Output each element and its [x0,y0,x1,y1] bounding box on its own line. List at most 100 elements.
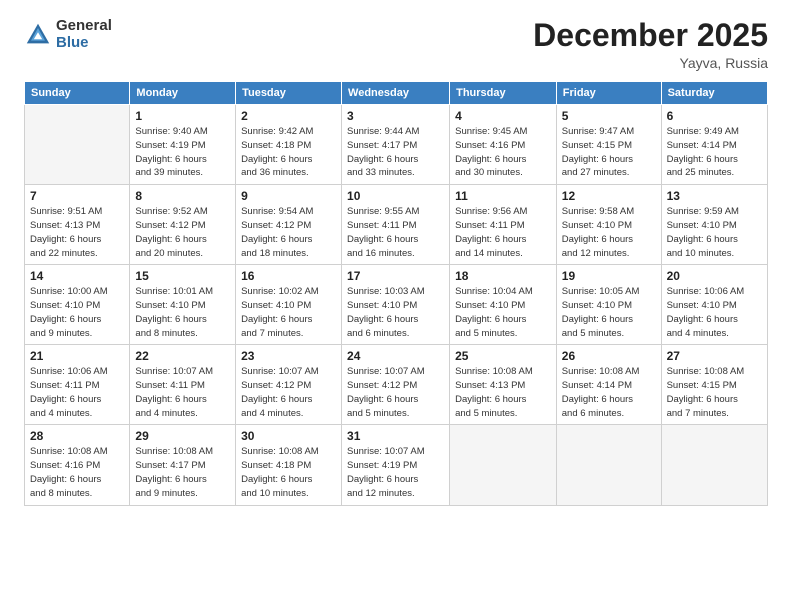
day-number: 23 [241,349,336,363]
calendar-cell: 11 Sunrise: 9:56 AM Sunset: 4:11 PM Dayli… [450,185,557,265]
day-number: 19 [562,269,656,283]
calendar-cell [661,425,767,505]
calendar-cell: 3 Sunrise: 9:44 AM Sunset: 4:17 PM Daylig… [342,105,450,185]
calendar-cell: 19 Sunrise: 10:05 AM Sunset: 4:10 PM Dayl… [556,265,661,345]
calendar-cell: 2 Sunrise: 9:42 AM Sunset: 4:18 PM Daylig… [236,105,342,185]
day-number: 2 [241,109,336,123]
calendar-header-saturday: Saturday [661,82,767,105]
calendar-header-monday: Monday [130,82,236,105]
calendar: SundayMondayTuesdayWednesdayThursdayFrid… [24,81,768,505]
calendar-cell: 10 Sunrise: 9:55 AM Sunset: 4:11 PM Dayli… [342,185,450,265]
day-info: Sunrise: 9:49 AM Sunset: 4:14 PM Dayligh… [667,125,762,180]
calendar-header-friday: Friday [556,82,661,105]
day-number: 18 [455,269,551,283]
calendar-week-1: 7 Sunrise: 9:51 AM Sunset: 4:13 PM Daylig… [25,185,768,265]
day-number: 21 [30,349,124,363]
day-info: Sunrise: 9:52 AM Sunset: 4:12 PM Dayligh… [135,205,230,260]
calendar-week-4: 28 Sunrise: 10:08 AM Sunset: 4:16 PM Dayl… [25,425,768,505]
calendar-cell: 9 Sunrise: 9:54 AM Sunset: 4:12 PM Daylig… [236,185,342,265]
day-info: Sunrise: 10:08 AM Sunset: 4:16 PM Daylig… [30,445,124,500]
day-info: Sunrise: 9:51 AM Sunset: 4:13 PM Dayligh… [30,205,124,260]
day-number: 17 [347,269,444,283]
calendar-week-3: 21 Sunrise: 10:06 AM Sunset: 4:11 PM Dayl… [25,345,768,425]
day-number: 26 [562,349,656,363]
day-info: Sunrise: 10:07 AM Sunset: 4:19 PM Daylig… [347,445,444,500]
day-number: 16 [241,269,336,283]
logo-general: General [56,18,112,35]
day-number: 3 [347,109,444,123]
day-info: Sunrise: 9:42 AM Sunset: 4:18 PM Dayligh… [241,125,336,180]
calendar-header-row: SundayMondayTuesdayWednesdayThursdayFrid… [25,82,768,105]
calendar-cell: 23 Sunrise: 10:07 AM Sunset: 4:12 PM Dayl… [236,345,342,425]
day-info: Sunrise: 10:04 AM Sunset: 4:10 PM Daylig… [455,285,551,340]
day-number: 10 [347,189,444,203]
calendar-cell: 13 Sunrise: 9:59 AM Sunset: 4:10 PM Dayli… [661,185,767,265]
day-info: Sunrise: 9:59 AM Sunset: 4:10 PM Dayligh… [667,205,762,260]
calendar-cell: 21 Sunrise: 10:06 AM Sunset: 4:11 PM Dayl… [25,345,130,425]
day-info: Sunrise: 10:05 AM Sunset: 4:10 PM Daylig… [562,285,656,340]
calendar-week-0: 1Sunrise: 9:40 AM Sunset: 4:19 PM Daylig… [25,105,768,185]
day-number: 11 [455,189,551,203]
day-info: Sunrise: 10:08 AM Sunset: 4:13 PM Daylig… [455,365,551,420]
calendar-cell: 17 Sunrise: 10:03 AM Sunset: 4:10 PM Dayl… [342,265,450,345]
calendar-header-thursday: Thursday [450,82,557,105]
day-info: Sunrise: 9:40 AM Sunset: 4:19 PM Dayligh… [135,125,230,180]
day-info: Sunrise: 9:54 AM Sunset: 4:12 PM Dayligh… [241,205,336,260]
calendar-cell: 25Sunrise: 10:08 AM Sunset: 4:13 PM Dayl… [450,345,557,425]
title-block: December 2025 Yayva, Russia [533,18,768,71]
calendar-cell: 5Sunrise: 9:47 AM Sunset: 4:15 PM Daylig… [556,105,661,185]
day-info: Sunrise: 10:02 AM Sunset: 4:10 PM Daylig… [241,285,336,340]
calendar-cell: 16 Sunrise: 10:02 AM Sunset: 4:10 PM Dayl… [236,265,342,345]
calendar-cell: 31Sunrise: 10:07 AM Sunset: 4:19 PM Dayl… [342,425,450,505]
calendar-cell: 24Sunrise: 10:07 AM Sunset: 4:12 PM Dayl… [342,345,450,425]
day-info: Sunrise: 10:06 AM Sunset: 4:11 PM Daylig… [30,365,124,420]
day-info: Sunrise: 9:44 AM Sunset: 4:17 PM Dayligh… [347,125,444,180]
page: General Blue December 2025 Yayva, Russia… [0,0,792,612]
month-title: December 2025 [533,18,768,53]
day-info: Sunrise: 9:58 AM Sunset: 4:10 PM Dayligh… [562,205,656,260]
logo-icon [24,21,52,49]
day-info: Sunrise: 10:08 AM Sunset: 4:18 PM Daylig… [241,445,336,500]
day-info: Sunrise: 10:07 AM Sunset: 4:11 PM Daylig… [135,365,230,420]
day-number: 7 [30,189,124,203]
calendar-cell: 14Sunrise: 10:00 AM Sunset: 4:10 PM Dayl… [25,265,130,345]
calendar-cell: 22Sunrise: 10:07 AM Sunset: 4:11 PM Dayl… [130,345,236,425]
day-info: Sunrise: 10:08 AM Sunset: 4:17 PM Daylig… [135,445,230,500]
calendar-cell: 12 Sunrise: 9:58 AM Sunset: 4:10 PM Dayli… [556,185,661,265]
logo: General Blue [24,18,112,51]
calendar-cell: 27Sunrise: 10:08 AM Sunset: 4:15 PM Dayl… [661,345,767,425]
day-info: Sunrise: 9:45 AM Sunset: 4:16 PM Dayligh… [455,125,551,180]
header: General Blue December 2025 Yayva, Russia [24,18,768,71]
day-info: Sunrise: 10:07 AM Sunset: 4:12 PM Daylig… [347,365,444,420]
day-info: Sunrise: 10:08 AM Sunset: 4:14 PM Daylig… [562,365,656,420]
calendar-header-wednesday: Wednesday [342,82,450,105]
calendar-header-tuesday: Tuesday [236,82,342,105]
calendar-header-sunday: Sunday [25,82,130,105]
day-number: 30 [241,429,336,443]
day-number: 9 [241,189,336,203]
day-info: Sunrise: 10:07 AM Sunset: 4:12 PM Daylig… [241,365,336,420]
calendar-cell: 15 Sunrise: 10:01 AM Sunset: 4:10 PM Dayl… [130,265,236,345]
day-number: 5 [562,109,656,123]
calendar-cell: 20Sunrise: 10:06 AM Sunset: 4:10 PM Dayl… [661,265,767,345]
calendar-cell: 4 Sunrise: 9:45 AM Sunset: 4:16 PM Daylig… [450,105,557,185]
calendar-cell: 7 Sunrise: 9:51 AM Sunset: 4:13 PM Daylig… [25,185,130,265]
day-info: Sunrise: 9:55 AM Sunset: 4:11 PM Dayligh… [347,205,444,260]
day-number: 29 [135,429,230,443]
day-number: 28 [30,429,124,443]
day-number: 13 [667,189,762,203]
calendar-cell [556,425,661,505]
calendar-cell [25,105,130,185]
day-number: 20 [667,269,762,283]
day-info: Sunrise: 10:01 AM Sunset: 4:10 PM Daylig… [135,285,230,340]
day-number: 4 [455,109,551,123]
day-info: Sunrise: 10:03 AM Sunset: 4:10 PM Daylig… [347,285,444,340]
day-number: 12 [562,189,656,203]
calendar-cell [450,425,557,505]
day-info: Sunrise: 10:08 AM Sunset: 4:15 PM Daylig… [667,365,762,420]
day-number: 6 [667,109,762,123]
day-info: Sunrise: 9:56 AM Sunset: 4:11 PM Dayligh… [455,205,551,260]
day-number: 15 [135,269,230,283]
calendar-week-2: 14Sunrise: 10:00 AM Sunset: 4:10 PM Dayl… [25,265,768,345]
logo-text: General Blue [56,18,112,51]
